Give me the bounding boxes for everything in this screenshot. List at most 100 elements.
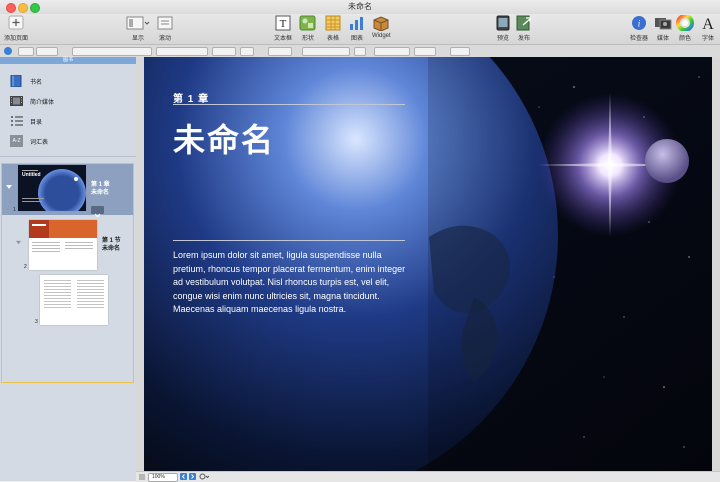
table-icon — [325, 15, 341, 31]
title-bar: 未命名 — [0, 0, 720, 14]
publish-icon — [516, 15, 531, 31]
add-page-button[interactable]: 添加页面 — [4, 15, 28, 42]
publish-button[interactable]: 发布 — [515, 15, 533, 42]
sidebar-header: 图书 — [0, 57, 136, 64]
vertical-scrollbar[interactable] — [712, 57, 720, 471]
preview-button[interactable]: 预览 — [494, 15, 512, 42]
textbox-button[interactable]: T 文本框 — [274, 15, 292, 42]
text-color-well[interactable] — [240, 47, 254, 56]
font-style-popup[interactable] — [156, 47, 208, 56]
svg-text:T: T — [280, 18, 287, 30]
list-style-control[interactable] — [36, 47, 58, 56]
disclosure-triangle-icon[interactable] — [16, 240, 21, 245]
media-label: 媒体 — [656, 36, 669, 42]
gear-icon[interactable] — [199, 473, 209, 480]
chart-icon — [350, 17, 363, 30]
shape-label: 形状 — [301, 36, 314, 42]
style-drawer-icon[interactable] — [4, 47, 12, 55]
font-family-popup[interactable] — [72, 47, 152, 56]
preview-label: 预览 — [496, 36, 509, 42]
disclosure-triangle-icon[interactable] — [6, 184, 12, 190]
list-icon — [11, 116, 23, 126]
plus-icon — [8, 15, 24, 30]
widget-icon — [373, 16, 389, 31]
alignment-control[interactable] — [302, 47, 350, 56]
sidebar: 图书 书名 简介媒体 目录 A-Z 词汇表 Untitled 1 第 1 章 未… — [0, 57, 136, 481]
view-button[interactable]: 显示 — [126, 15, 150, 42]
sidebar-item-glossary[interactable]: A-Z 词汇表 — [10, 134, 48, 148]
page-2-caption: 第 1 节 未命名 — [102, 237, 121, 253]
fonts-label: 字体 — [701, 36, 714, 42]
sidebar-item-intro-media[interactable]: 简介媒体 — [10, 94, 54, 108]
canvas-left-gutter — [136, 57, 144, 471]
sidebar-item-toc[interactable]: 目录 — [10, 114, 42, 128]
svg-text:A: A — [702, 16, 714, 31]
format-bar — [0, 44, 720, 58]
textbox-label: 文本框 — [274, 36, 293, 42]
font-size-field[interactable] — [212, 47, 236, 56]
indent-control[interactable] — [354, 47, 366, 56]
chart-button[interactable]: 图表 — [348, 15, 366, 42]
fonts-button[interactable]: A 字体 — [699, 15, 717, 42]
status-bar: 100% — [136, 471, 720, 482]
book-icon — [10, 75, 22, 87]
chapter-title[interactable]: 未命名 — [173, 115, 275, 161]
bold-italic-underline-control[interactable] — [268, 47, 292, 56]
sidebar-divider — [0, 156, 136, 157]
line-spacing-control[interactable] — [374, 47, 410, 56]
page-thumbnail-1[interactable]: Untitled — [18, 165, 86, 211]
toolbar: 添加页面 显示 滚动 T 文本框 形状 表格 图表 Widget 预览 发布 i… — [0, 14, 720, 44]
color-wheel-icon — [676, 15, 694, 31]
layout-options-button[interactable] — [91, 206, 104, 218]
media-button[interactable]: 媒体 — [654, 15, 672, 42]
colors-button[interactable]: 颜色 — [676, 15, 694, 42]
chevron-down-icon — [94, 213, 101, 218]
next-page-button[interactable] — [189, 473, 196, 480]
shape-icon — [299, 15, 316, 31]
table-button[interactable]: 表格 — [324, 15, 342, 42]
list-bullets-control[interactable] — [450, 47, 470, 56]
menu-lines-icon[interactable] — [139, 474, 145, 480]
previous-page-button[interactable] — [180, 473, 187, 480]
page-thumbnail-3[interactable] — [40, 275, 108, 325]
scroll-button[interactable]: 滚动 — [156, 15, 174, 42]
fonts-icon: A — [702, 16, 714, 31]
chart-label: 图表 — [350, 36, 363, 42]
chapter-label[interactable]: 第 1 章 — [173, 90, 209, 105]
paragraph-style-control[interactable] — [18, 47, 34, 56]
preview-icon — [496, 15, 510, 31]
info-icon: i — [632, 16, 646, 30]
inspector-label: 检查器 — [630, 36, 649, 42]
title-rule — [173, 104, 405, 105]
page-1-thumb-title: Untitled — [22, 172, 41, 178]
section-number-label: 第 1 节 — [102, 238, 121, 244]
media-icon — [655, 18, 672, 30]
colors-label: 颜色 — [678, 36, 691, 42]
page-canvas[interactable]: 第 1 章 未命名 Lorem ipsum dolor sit amet, li… — [144, 57, 712, 471]
sidebar-item-label: 书名 — [30, 79, 43, 86]
page-1-caption: 第 1 章 未命名 — [91, 181, 110, 197]
add-page-label: 添加页面 — [4, 36, 29, 42]
sidebar-item-label: 词汇表 — [30, 139, 49, 146]
page-number: 2 — [24, 264, 27, 270]
page-number: 3 — [35, 319, 38, 325]
widget-button[interactable]: Widget — [372, 15, 391, 39]
shape-button[interactable]: 形状 — [299, 15, 317, 42]
columns-control[interactable] — [414, 47, 436, 56]
chevron-right-icon — [191, 474, 195, 479]
page-2-preview-image — [29, 220, 97, 252]
page-3-preview-image — [44, 280, 104, 308]
page-thumbnail-2[interactable] — [29, 220, 97, 270]
film-icon — [10, 96, 23, 106]
sidebar-item-label: 简介媒体 — [30, 99, 55, 106]
body-rule — [173, 240, 405, 241]
inspector-button[interactable]: i 检查器 — [630, 15, 648, 42]
body-text[interactable]: Lorem ipsum dolor sit amet, ligula suspe… — [173, 249, 413, 317]
scroll-label: 滚动 — [158, 36, 171, 42]
page-number: 1 — [13, 207, 16, 213]
window-title: 未命名 — [348, 2, 372, 11]
sidebar-item-title[interactable]: 书名 — [10, 74, 42, 88]
glossary-icon: A-Z — [10, 135, 23, 147]
chapter-name-label: 未命名 — [91, 190, 110, 196]
chapter-number-label: 第 1 章 — [91, 182, 110, 188]
